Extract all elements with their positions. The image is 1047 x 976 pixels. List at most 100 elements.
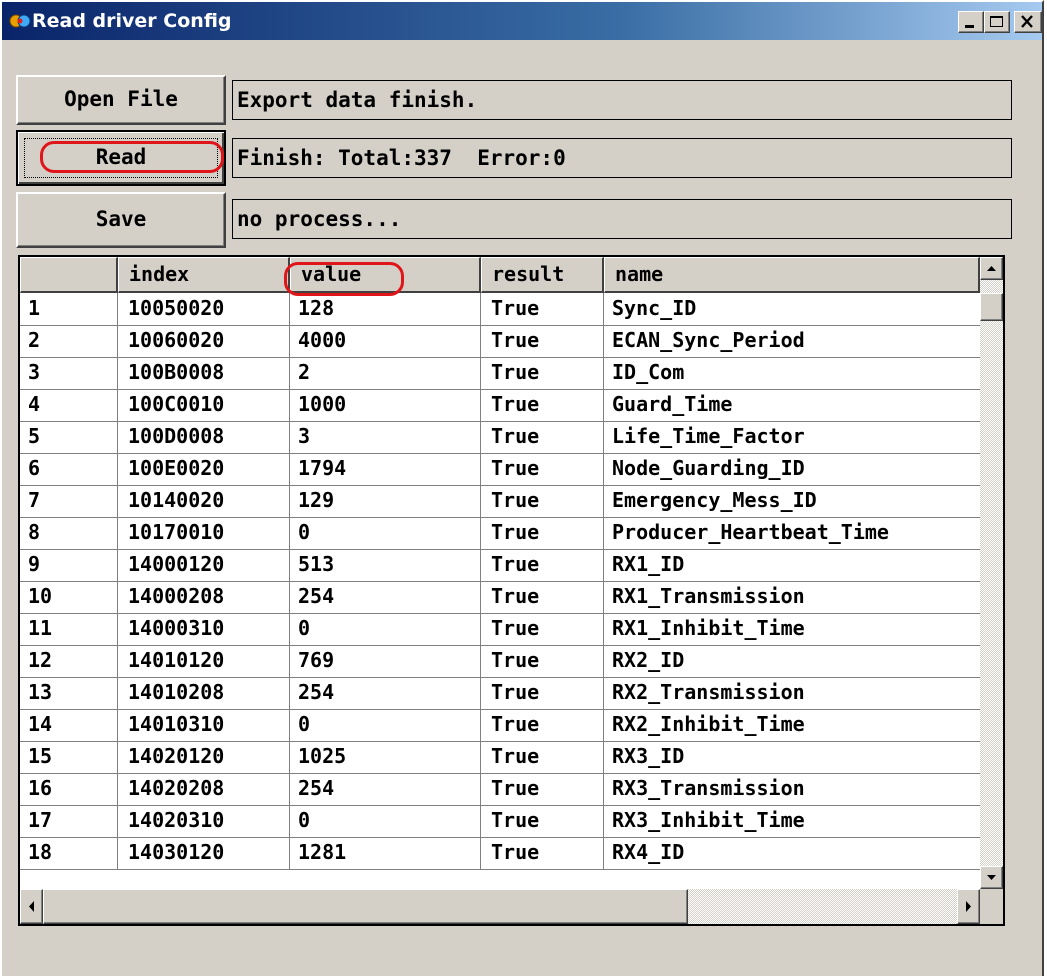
cell-index: 100D0008 (118, 421, 290, 453)
cell-name: RX2_Transmission (612, 680, 805, 704)
cell-result: True (481, 741, 604, 773)
cell-result: True (481, 293, 604, 325)
table-row[interactable]: 14 14010310 0 True RX2_Inhibit_Time (20, 709, 980, 742)
table-row[interactable]: 12 14010120 769 True RX2_ID (20, 645, 980, 678)
cell-row-number: 16 (20, 773, 118, 805)
table-row[interactable]: 15 14020120 1025 True RX3_ID (20, 741, 980, 774)
cell-value: 0 (290, 709, 481, 741)
data-grid[interactable]: index value result name 1 10050020 128 T… (18, 255, 1005, 926)
close-button[interactable] (1014, 11, 1042, 33)
cell-row-number: 7 (20, 485, 118, 517)
table-row[interactable]: 11 14000310 0 True RX1_Inhibit_Time (20, 613, 980, 646)
cell-name: Producer_Heartbeat_Time (612, 520, 889, 544)
maximize-icon (990, 16, 1003, 27)
scroll-left-button[interactable] (20, 889, 43, 924)
arrow-right-icon (966, 901, 971, 912)
vertical-scrollbar[interactable] (980, 257, 1003, 889)
cell-result: True (481, 805, 604, 837)
cell-row-number: 14 (20, 709, 118, 741)
table-row[interactable]: 3 100B0008 2 True ID_Com (20, 357, 980, 390)
table-row[interactable]: 1 10050020 128 True Sync_ID (20, 293, 980, 326)
cell-value: 513 (290, 549, 481, 581)
table-row[interactable]: 13 14010208 254 True RX2_Transmission (20, 677, 980, 710)
table-row[interactable]: 8 10170010 0 True Producer_Heartbeat_Tim… (20, 517, 980, 550)
close-icon (1021, 15, 1033, 28)
header-index[interactable]: index (118, 257, 290, 293)
cell-index: 14000208 (118, 581, 290, 613)
cell-row-number: 8 (20, 517, 118, 549)
minimize-button[interactable] (958, 11, 984, 33)
cell-row-number: 6 (20, 453, 118, 485)
table-row[interactable]: 18 14030120 1281 True RX4_ID (20, 837, 980, 870)
cell-value: 769 (290, 645, 481, 677)
cell-value: 1025 (290, 741, 481, 773)
horizontal-scroll-thumb[interactable] (43, 889, 688, 924)
table-row[interactable]: 10 14000208 254 True RX1_Transmission (20, 581, 980, 614)
cell-value: 2 (290, 357, 481, 389)
cell-result: True (481, 421, 604, 453)
cell-value: 0 (290, 517, 481, 549)
cell-row-number: 13 (20, 677, 118, 709)
cell-row-number: 1 (20, 293, 118, 325)
cell-name: RX4_ID (612, 840, 685, 864)
cell-row-number: 2 (20, 325, 118, 357)
cell-name: Life_Time_Factor (612, 424, 805, 448)
table-row[interactable]: 17 14020310 0 True RX3_Inhibit_Time (20, 805, 980, 838)
open-file-status: Export data finish. (232, 80, 1012, 120)
arrow-down-icon (987, 875, 996, 880)
cell-result: True (481, 357, 604, 389)
cell-index: 14020120 (118, 741, 290, 773)
cell-index: 14010120 (118, 645, 290, 677)
cell-row-number: 15 (20, 741, 118, 773)
cell-index: 10060020 (118, 325, 290, 357)
cell-value: 128 (290, 293, 481, 325)
header-row-number[interactable] (20, 257, 118, 293)
cell-name: RX3_Inhibit_Time (612, 808, 805, 832)
open-file-button[interactable]: Open File (16, 75, 226, 125)
scroll-down-button[interactable] (980, 866, 1003, 889)
cell-row-number: 3 (20, 357, 118, 389)
scrollbar-corner (980, 889, 1003, 924)
cell-index: 10050020 (118, 293, 290, 325)
table-row[interactable]: 9 14000120 513 True RX1_ID (20, 549, 980, 582)
table-row[interactable]: 5 100D0008 3 True Life_Time_Factor (20, 421, 980, 454)
cell-index: 14030120 (118, 837, 290, 869)
cell-value: 129 (290, 485, 481, 517)
save-label: Save (95, 207, 147, 231)
cell-name: RX1_Inhibit_Time (612, 616, 805, 640)
scroll-right-button[interactable] (957, 889, 980, 924)
cell-result: True (481, 549, 604, 581)
cell-name: Node_Guarding_ID (612, 456, 805, 480)
table-row[interactable]: 4 100C0010 1000 True Guard_Time (20, 389, 980, 422)
title-bar[interactable]: Read driver Config (2, 2, 1042, 40)
arrow-left-icon (29, 901, 34, 912)
read-highlight-oval (40, 141, 224, 173)
table-row[interactable]: 6 100E0020 1794 True Node_Guarding_ID (20, 453, 980, 486)
vertical-scroll-thumb[interactable] (980, 293, 1003, 321)
cell-result: True (481, 837, 604, 869)
table-row[interactable]: 2 10060020 4000 True ECAN_Sync_Period (20, 325, 980, 358)
cell-value: 0 (290, 613, 481, 645)
cell-name: ECAN_Sync_Period (612, 328, 805, 352)
cell-value: 1794 (290, 453, 481, 485)
save-button[interactable]: Save (16, 192, 226, 248)
cell-name: RX2_Inhibit_Time (612, 712, 805, 736)
header-result[interactable]: result (481, 257, 604, 293)
table-row[interactable]: 16 14020208 254 True RX3_Transmission (20, 773, 980, 806)
cell-result: True (481, 581, 604, 613)
cell-index: 14000310 (118, 613, 290, 645)
cell-result: True (481, 677, 604, 709)
window-title: Read driver Config (32, 10, 232, 32)
header-name[interactable]: name (604, 257, 980, 293)
save-status: no process... (232, 199, 1012, 239)
cell-name: RX1_ID (612, 552, 685, 576)
maximize-button[interactable] (984, 11, 1010, 33)
app-icon (8, 9, 32, 33)
cell-value: 1281 (290, 837, 481, 869)
table-row[interactable]: 7 10140020 129 True Emergency_Mess_ID (20, 485, 980, 518)
cell-value: 0 (290, 805, 481, 837)
horizontal-scrollbar[interactable] (20, 889, 980, 924)
app-window: Read driver Config Open File Export data… (0, 0, 1044, 976)
cell-result: True (481, 517, 604, 549)
scroll-up-button[interactable] (980, 257, 1003, 280)
